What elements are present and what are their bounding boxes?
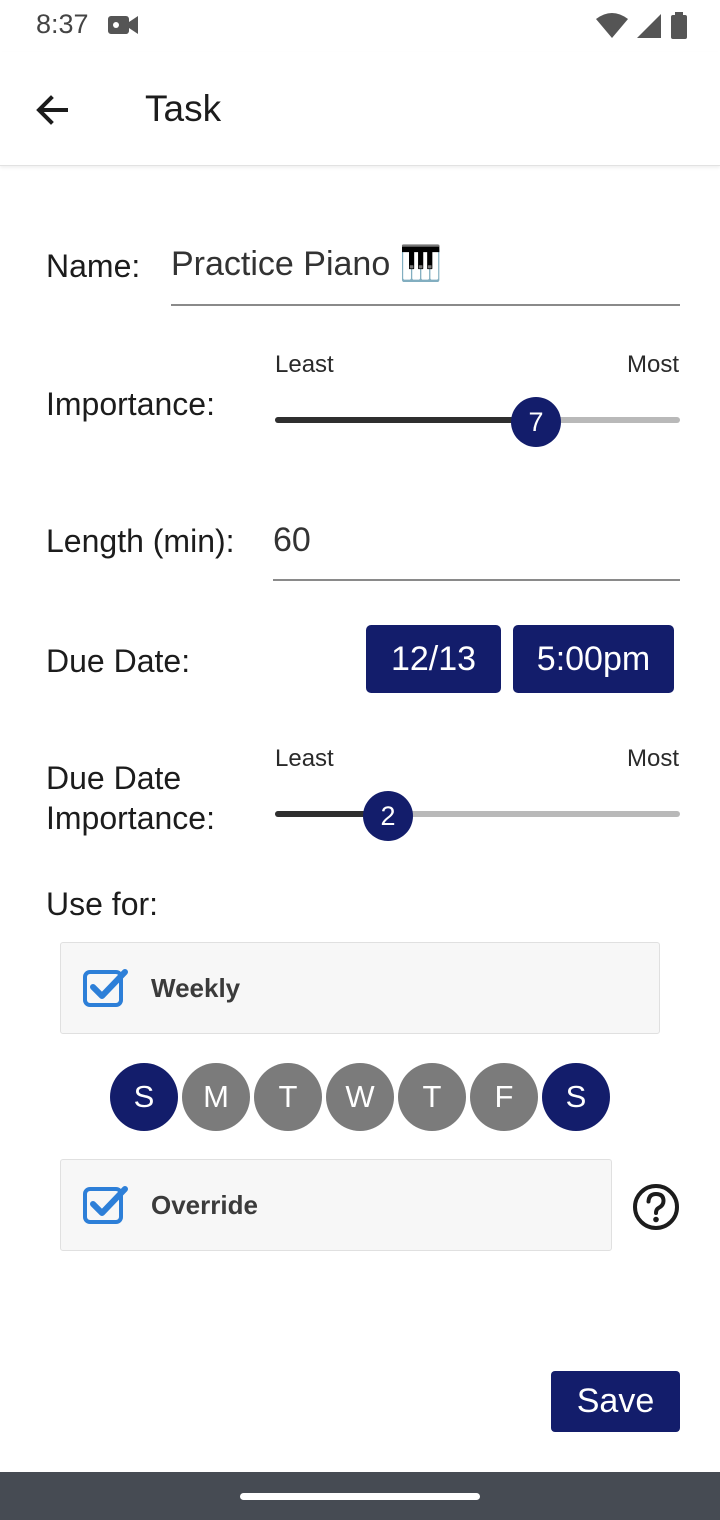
checkbox-checked-icon: [83, 968, 129, 1008]
name-input[interactable]: Practice Piano 🎹: [171, 240, 680, 306]
importance-label: Importance:: [46, 386, 215, 422]
due-date-value: 12/13: [390, 639, 477, 678]
video-camera-icon: [108, 14, 138, 41]
app-bar: Task: [0, 52, 720, 166]
due-importance-label-line2: Importance:: [46, 800, 215, 836]
due-time-button[interactable]: 5:00pm: [513, 625, 674, 693]
weekly-checkbox[interactable]: Weekly: [60, 942, 660, 1034]
save-button[interactable]: Save: [551, 1371, 680, 1432]
weekday-toggle[interactable]: S: [110, 1063, 178, 1131]
weekday-toggle[interactable]: T: [398, 1063, 466, 1131]
status-bar: 8:37: [0, 0, 720, 52]
weekday-toggle[interactable]: F: [470, 1063, 538, 1131]
use-for-label: Use for:: [46, 886, 159, 922]
due-importance-label-line1: Due Date: [46, 760, 182, 796]
length-input[interactable]: 60: [273, 515, 680, 581]
back-arrow-icon[interactable]: [30, 88, 74, 132]
weekday-toggle[interactable]: T: [254, 1063, 322, 1131]
importance-slider-fill: [275, 417, 536, 423]
help-icon[interactable]: [632, 1183, 680, 1231]
wifi-icon: [596, 13, 628, 44]
page-title: Task: [145, 88, 222, 129]
name-label: Name:: [46, 248, 141, 284]
weekday-toggle[interactable]: M: [182, 1063, 250, 1131]
status-time: 8:37: [36, 9, 89, 39]
importance-slider[interactable]: 7: [275, 397, 680, 447]
weekday-selector: SMTWTFS: [110, 1063, 610, 1131]
due-importance-most-label: Most: [626, 745, 679, 772]
save-button-label: Save: [576, 1382, 655, 1420]
weekly-label: Weekly: [151, 972, 241, 1003]
importance-most-label: Most: [626, 351, 679, 378]
due-time-value: 5:00pm: [536, 639, 651, 678]
override-label: Override: [151, 1189, 258, 1220]
importance-least-label: Least: [275, 351, 334, 378]
navigation-bar: [0, 1472, 720, 1520]
due-date-label: Due Date:: [46, 643, 191, 679]
cell-signal-icon: [636, 13, 662, 44]
length-value: 60: [273, 521, 311, 559]
override-checkbox[interactable]: Override: [60, 1159, 612, 1251]
due-importance-slider[interactable]: 2: [275, 791, 680, 841]
length-label: Length (min):: [46, 523, 235, 559]
home-gesture-handle[interactable]: [240, 1493, 480, 1500]
checkbox-checked-icon: [83, 1185, 129, 1225]
battery-icon: [670, 12, 688, 45]
weekday-toggle[interactable]: S: [542, 1063, 610, 1131]
due-date-button[interactable]: 12/13: [366, 625, 501, 693]
due-importance-slider-thumb[interactable]: 2: [363, 791, 413, 841]
importance-value: 7: [528, 406, 544, 437]
weekday-toggle[interactable]: W: [326, 1063, 394, 1131]
due-importance-least-label: Least: [275, 745, 334, 772]
name-value: Practice Piano 🎹: [171, 245, 443, 283]
due-importance-value: 2: [380, 800, 396, 831]
importance-slider-thumb[interactable]: 7: [511, 397, 561, 447]
